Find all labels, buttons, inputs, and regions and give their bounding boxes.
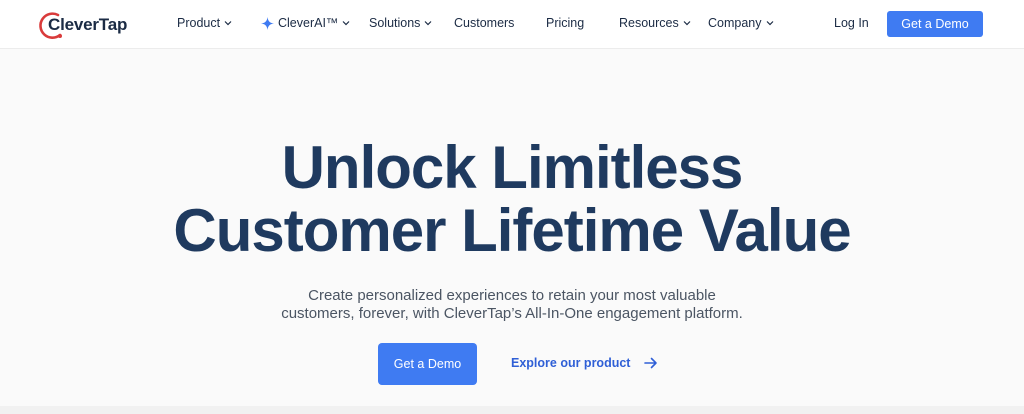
nav-item-customers[interactable]: Customers	[454, 16, 514, 30]
explore-product-label: Explore our product	[511, 356, 631, 370]
clevertap-logo[interactable]: CleverTap	[36, 9, 127, 41]
chevron-down-icon	[224, 21, 232, 26]
arrow-right-icon	[644, 357, 658, 369]
hero-headline-line1: Unlock Limitless	[281, 134, 744, 201]
get-demo-hero-button[interactable]: Get a Demo	[378, 343, 477, 385]
nav-item-label: Pricing	[546, 16, 585, 30]
explore-product-link[interactable]: Explore our product	[511, 356, 658, 370]
login-link[interactable]: Log In	[834, 16, 869, 30]
chevron-down-icon	[766, 21, 773, 26]
get-demo-nav-button[interactable]: Get a Demo	[887, 11, 983, 37]
hero-headline-line2: Customer Lifetime Value	[173, 197, 851, 264]
nav-item-pricing[interactable]: Pricing	[546, 16, 584, 30]
nav-item-label: Solutions	[369, 16, 421, 30]
sparkle-icon	[261, 16, 274, 30]
top-navigation-bar: CleverTap Product CleverAI™ Solutions Cu…	[0, 0, 1024, 49]
nav-item-company[interactable]: Company	[708, 16, 774, 30]
hero-subtitle-line1: Create personalized experiences to retai…	[308, 287, 716, 304]
nav-item-solutions[interactable]: Solutions	[369, 16, 432, 30]
nav-item-label: CleverAI™	[278, 16, 339, 30]
chevron-down-icon	[425, 21, 432, 26]
nav-item-label: Resources	[619, 16, 679, 30]
brand-name: CleverTap	[48, 15, 128, 34]
chevron-down-icon	[343, 21, 350, 26]
nav-item-resources[interactable]: Resources	[619, 16, 691, 30]
nav-item-label: Product	[177, 16, 221, 30]
nav-item-product[interactable]: Product	[177, 16, 232, 30]
nav-item-label: Customers	[454, 16, 515, 30]
page-fold-divider	[0, 406, 1024, 414]
nav-item-cleverai[interactable]: CleverAI™	[261, 16, 350, 30]
hero-subtitle-line2: customers, forever, with CleverTap’s All…	[281, 305, 743, 322]
nav-item-label: Company	[708, 16, 762, 30]
chevron-down-icon	[683, 21, 691, 26]
